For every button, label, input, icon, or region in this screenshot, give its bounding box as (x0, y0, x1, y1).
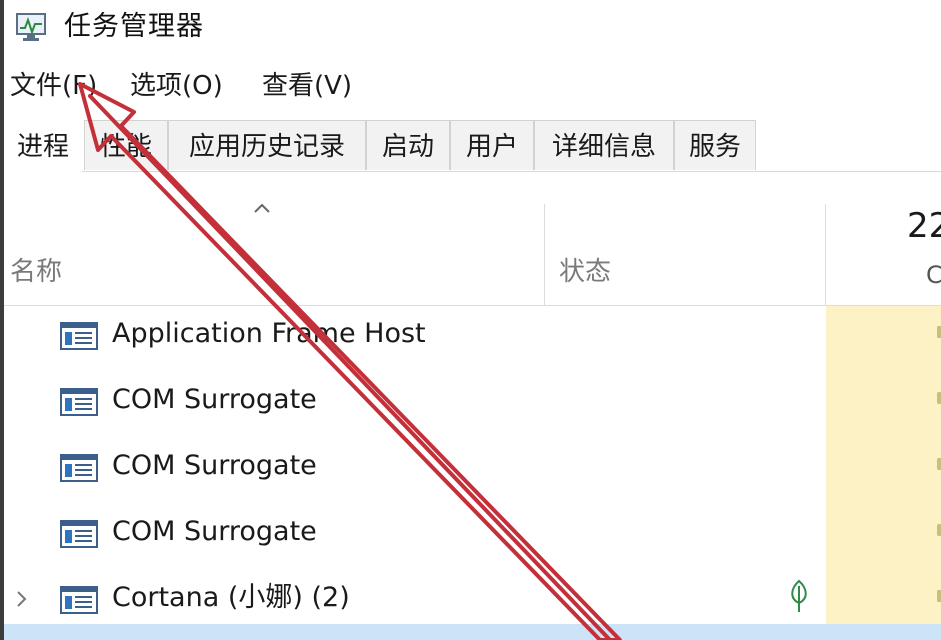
window-app-icon (60, 518, 98, 550)
tab-details[interactable]: 详细信息 (534, 120, 674, 170)
column-name-header[interactable]: 名称 (10, 254, 62, 290)
window-title: 任务管理器 (64, 11, 204, 42)
column-status-header[interactable]: 状态 (559, 254, 611, 290)
menu-options[interactable]: 选项(O) (130, 62, 223, 110)
leaf-icon (786, 578, 812, 614)
window-app-icon (60, 320, 98, 352)
column-divider[interactable] (544, 204, 545, 306)
process-name: COM Surrogate (112, 450, 317, 481)
process-row[interactable]: COM Surrogate (4, 372, 941, 438)
selected-row-highlight (4, 624, 941, 640)
window-app-icon (60, 386, 98, 418)
chevron-right-icon[interactable] (14, 586, 30, 612)
process-name: Application Frame Host (112, 318, 426, 349)
cpu-value (937, 590, 941, 602)
column-cpu-header[interactable]: C (926, 258, 941, 292)
column-header: 名称 状态 22 C (4, 172, 941, 306)
cpu-value (937, 458, 941, 470)
process-row[interactable]: COM Surrogate (4, 438, 941, 504)
title-bar: 任务管理器 (4, 0, 941, 56)
task-manager-icon (14, 10, 48, 44)
menu-bar: 文件(F) 选项(O) 查看(V) (4, 62, 941, 110)
tab-startup[interactable]: 启动 (366, 120, 450, 170)
cpu-value (937, 392, 941, 404)
process-name: COM Surrogate (112, 516, 317, 547)
tab-users[interactable]: 用户 (450, 120, 534, 170)
process-row[interactable]: COM Surrogate (4, 504, 941, 570)
window-app-icon (60, 452, 98, 484)
window-app-icon (60, 584, 98, 616)
column-divider[interactable] (825, 204, 826, 306)
sort-ascending-icon[interactable] (252, 200, 272, 214)
cpu-usage-percent[interactable]: 22 (907, 204, 941, 248)
process-list: Application Frame Host COM Surrogate COM… (4, 306, 941, 640)
menu-view[interactable]: 查看(V) (262, 62, 352, 110)
process-name: Cortana (小娜) (2) (112, 582, 350, 613)
tab-app-history[interactable]: 应用历史记录 (168, 120, 366, 170)
tab-services[interactable]: 服务 (674, 120, 756, 170)
cpu-value (937, 326, 941, 338)
cpu-value (937, 524, 941, 536)
process-row[interactable]: Application Frame Host (4, 306, 941, 372)
tab-performance[interactable]: 性能 (84, 120, 168, 170)
process-name: COM Surrogate (112, 384, 317, 415)
menu-file[interactable]: 文件(F) (10, 62, 97, 110)
tab-processes[interactable]: 进程 (4, 120, 82, 172)
tab-bar: 进程 性能 应用历史记录 启动 用户 详细信息 服务 (4, 120, 941, 172)
